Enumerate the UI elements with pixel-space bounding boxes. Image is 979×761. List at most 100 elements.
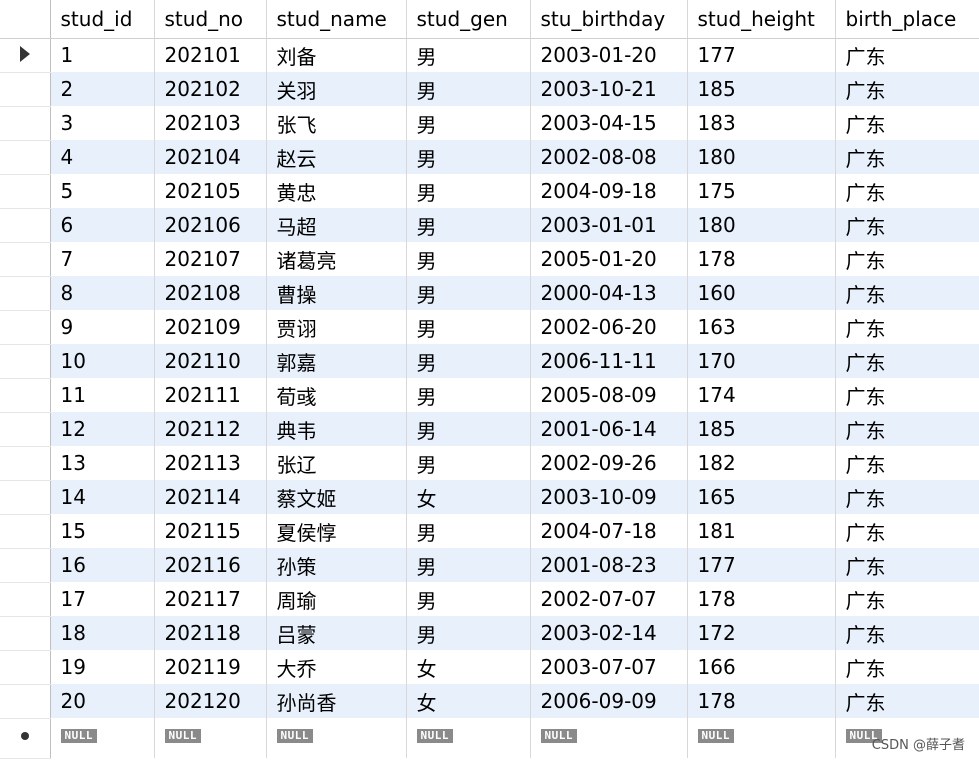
cell-stu-birthday[interactable]: 2005-08-09 [530,378,688,412]
cell-stud-gen[interactable]: 男 [406,242,531,276]
cell-birth-place[interactable]: 广东 [835,514,979,548]
cell-stud-no[interactable]: 202107 [154,242,267,276]
table-row[interactable]: 16 202116 孙策男 2001-08-23 177 广东 [0,548,979,583]
row-selector[interactable] [0,378,51,413]
cell-stud-height[interactable]: 163 [687,310,836,344]
cell-stud-gen[interactable]: 男 [406,446,531,480]
cell-birth-place[interactable]: 广东 [835,310,979,344]
cell-stud-id[interactable]: 20 [50,684,155,718]
cell-stud-no[interactable]: 202113 [154,446,267,480]
cell-birth-place[interactable]: 广东 [835,378,979,412]
cell-stud-no[interactable]: 202108 [154,276,267,310]
row-selector[interactable] [0,514,51,549]
cell-stud-no[interactable]: 202101 [154,38,267,72]
column-header-stud-id[interactable]: stud_id [50,0,155,39]
cell-stud-gen[interactable]: 男 [406,616,531,650]
cell-stu-birthday[interactable]: 2003-04-15 [530,106,688,140]
row-selector[interactable] [0,344,51,379]
cell-stud-name[interactable]: 张辽 [266,446,407,480]
table-row[interactable]: 11 202111 荀彧男 2005-08-09 174 广东 [0,378,979,413]
cell-stud-id[interactable]: 17 [50,582,155,616]
cell-stud-height[interactable]: 177 [687,548,836,582]
cell-stud-height[interactable]: 180 [687,140,836,174]
cell-stud-id[interactable]: 5 [50,174,155,208]
cell-stud-name[interactable]: 夏侯惇 [266,514,407,548]
table-row[interactable]: 17 202117 周瑜男 2002-07-07 178 广东 [0,582,979,617]
cell-birth-place[interactable]: 广东 [835,106,979,140]
new-cell-stud-gen[interactable]: NULL [406,718,531,758]
table-row[interactable]: 9 202109 贾诩男 2002-06-20 163 广东 [0,310,979,345]
cell-stud-gen[interactable]: 男 [406,582,531,616]
cell-birth-place[interactable]: 广东 [835,616,979,650]
cell-stud-id[interactable]: 3 [50,106,155,140]
cell-stud-no[interactable]: 202103 [154,106,267,140]
cell-stud-height[interactable]: 177 [687,38,836,72]
cell-birth-place[interactable]: 广东 [835,446,979,480]
cell-stud-no[interactable]: 202117 [154,582,267,616]
cell-birth-place[interactable]: 广东 [835,344,979,378]
cell-birth-place[interactable]: 广东 [835,684,979,718]
cell-birth-place[interactable]: 广东 [835,650,979,684]
cell-stu-birthday[interactable]: 2003-10-21 [530,72,688,106]
cell-stud-name[interactable]: 孙尚香 [266,684,407,718]
header-selector-corner[interactable] [0,0,51,39]
cell-stud-height[interactable]: 178 [687,242,836,276]
cell-stu-birthday[interactable]: 2003-02-14 [530,616,688,650]
table-row[interactable]: 19 202119 大乔女 2003-07-07 166 广东 [0,650,979,685]
cell-stud-name[interactable]: 诸葛亮 [266,242,407,276]
cell-stud-name[interactable]: 蔡文姬 [266,480,407,514]
new-row[interactable]: NULL NULL NULL NULL NULL NULL NULL [0,718,979,759]
cell-stud-no[interactable]: 202105 [154,174,267,208]
cell-stud-no[interactable]: 202116 [154,548,267,582]
cell-stud-id[interactable]: 19 [50,650,155,684]
cell-stud-gen[interactable]: 女 [406,480,531,514]
cell-birth-place[interactable]: 广东 [835,174,979,208]
row-selector[interactable] [0,310,51,345]
cell-stud-no[interactable]: 202119 [154,650,267,684]
cell-stud-name[interactable]: 吕蒙 [266,616,407,650]
cell-stud-height[interactable]: 165 [687,480,836,514]
cell-stud-height[interactable]: 182 [687,446,836,480]
new-cell-stu-birthday[interactable]: NULL [530,718,688,758]
cell-birth-place[interactable]: 广东 [835,412,979,446]
cell-stud-height[interactable]: 175 [687,174,836,208]
cell-stu-birthday[interactable]: 2004-07-18 [530,514,688,548]
cell-stud-name[interactable]: 周瑜 [266,582,407,616]
row-selector[interactable] [0,174,51,209]
table-row[interactable]: 12 202112 典韦男 2001-06-14 185 广东 [0,412,979,447]
cell-stud-name[interactable]: 曹操 [266,276,407,310]
table-row[interactable]: 7 202107 诸葛亮男 2005-01-20 178 广东 [0,242,979,277]
cell-birth-place[interactable]: 广东 [835,276,979,310]
cell-stud-gen[interactable]: 男 [406,378,531,412]
cell-stud-id[interactable]: 8 [50,276,155,310]
cell-stu-birthday[interactable]: 2002-07-07 [530,582,688,616]
cell-stu-birthday[interactable]: 2004-09-18 [530,174,688,208]
cell-stud-gen[interactable]: 男 [406,208,531,242]
row-selector[interactable] [0,616,51,651]
table-row[interactable]: 20 202120 孙尚香女 2006-09-09 178 广东 [0,684,979,719]
cell-stu-birthday[interactable]: 2001-08-23 [530,548,688,582]
cell-stu-birthday[interactable]: 2003-07-07 [530,650,688,684]
cell-stud-height[interactable]: 170 [687,344,836,378]
cell-birth-place[interactable]: 广东 [835,38,979,72]
cell-stud-name[interactable]: 孙策 [266,548,407,582]
cell-stud-id[interactable]: 7 [50,242,155,276]
table-row[interactable]: 4 202104 赵云男 2002-08-08 180 广东 [0,140,979,175]
cell-stud-height[interactable]: 185 [687,412,836,446]
row-selector[interactable] [0,140,51,175]
row-selector[interactable] [0,72,51,107]
table-row[interactable]: 1 202101 刘备男 2003-01-20 177 广东 [0,38,979,73]
row-selector[interactable] [0,684,51,719]
row-selector[interactable] [0,446,51,481]
cell-stud-name[interactable]: 典韦 [266,412,407,446]
cell-stud-id[interactable]: 9 [50,310,155,344]
cell-stud-gen[interactable]: 男 [406,106,531,140]
cell-stud-id[interactable]: 16 [50,548,155,582]
cell-stud-no[interactable]: 202102 [154,72,267,106]
cell-stud-name[interactable]: 黄忠 [266,174,407,208]
new-cell-stud-name[interactable]: NULL [266,718,407,758]
cell-stud-height[interactable]: 166 [687,650,836,684]
cell-stud-height[interactable]: 183 [687,106,836,140]
table-row[interactable]: 15 202115 夏侯惇男 2004-07-18 181 广东 [0,514,979,549]
cell-stud-no[interactable]: 202115 [154,514,267,548]
